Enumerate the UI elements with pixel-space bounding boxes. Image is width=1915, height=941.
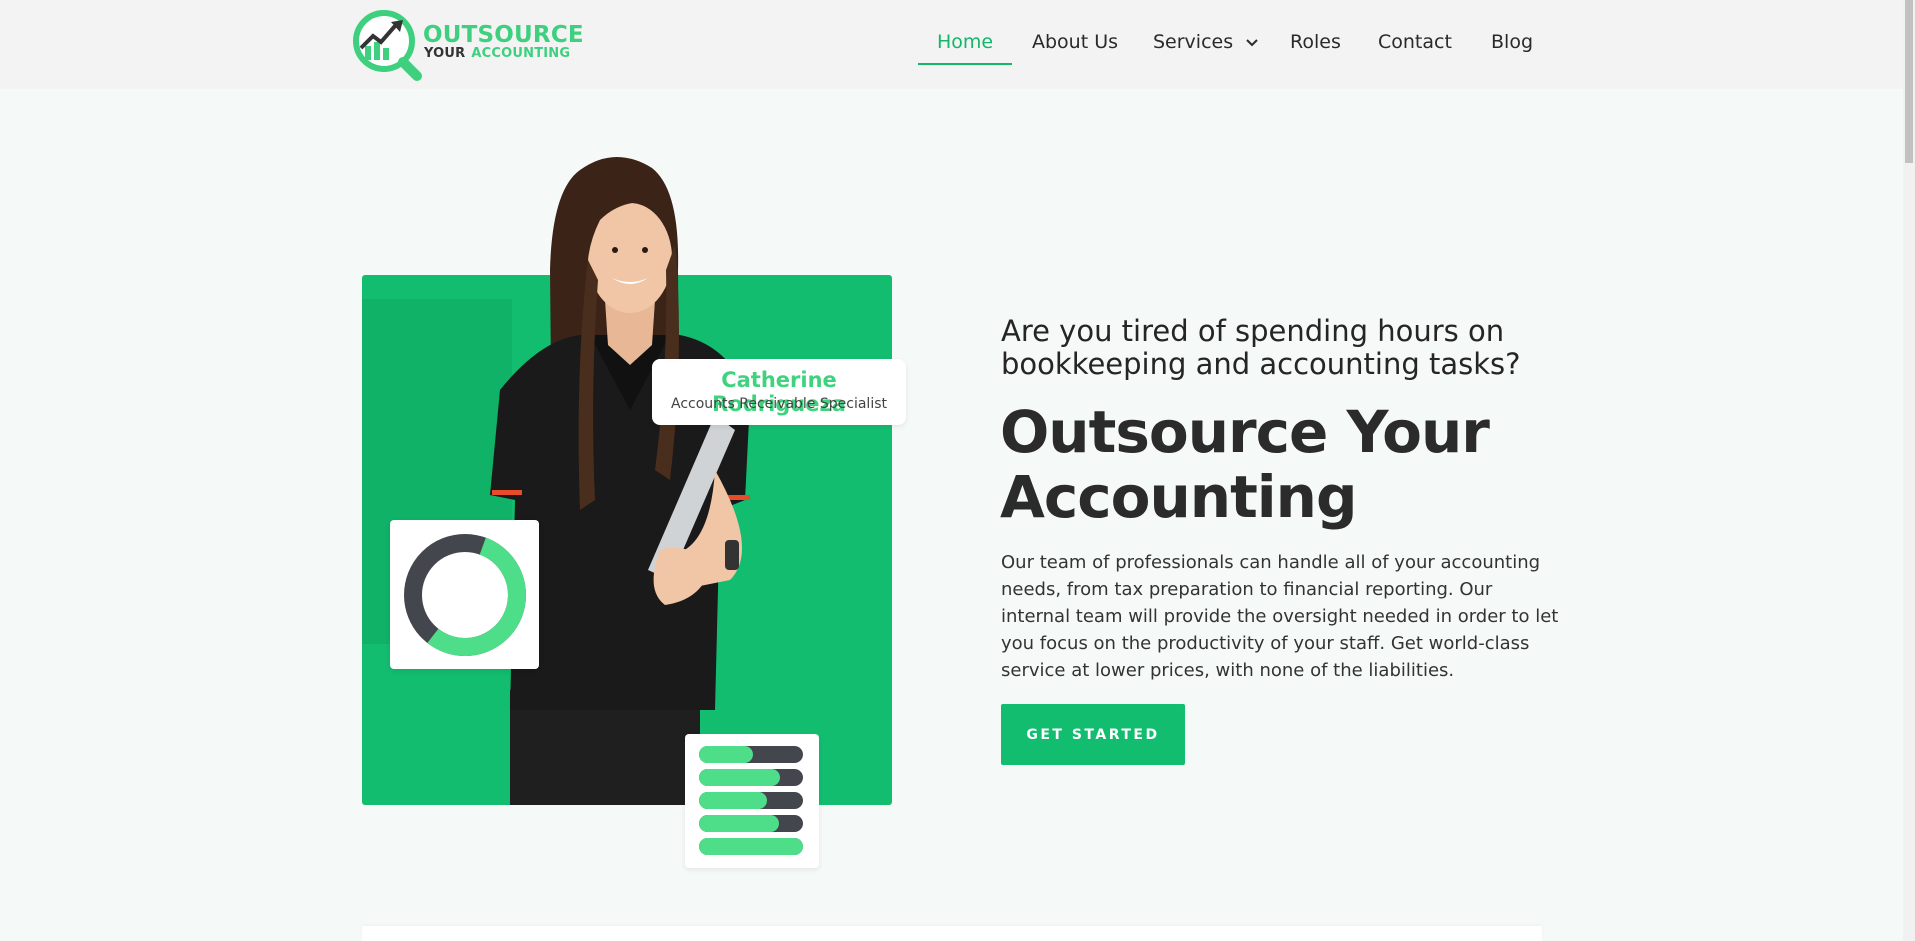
progress-bar-fill bbox=[699, 746, 754, 763]
hero-body-text: Our team of professionals can handle all… bbox=[1001, 552, 1559, 681]
chevron-down-icon bbox=[1246, 38, 1258, 46]
progress-bar-track bbox=[699, 769, 803, 786]
nav-services[interactable]: Services bbox=[1153, 31, 1258, 53]
progress-bars-card bbox=[685, 734, 819, 868]
hero-tagline: Are you tired of spending hours on bookk… bbox=[1001, 314, 1521, 381]
nav-about-us[interactable]: About Us bbox=[1032, 31, 1118, 53]
get-started-button[interactable]: GET STARTED bbox=[1001, 704, 1185, 765]
progress-bar-fill bbox=[699, 769, 781, 786]
progress-bar-fill bbox=[699, 792, 767, 809]
progress-bar-track bbox=[699, 815, 803, 832]
donut-chart-icon bbox=[404, 534, 526, 656]
profile-card: Catherine Rodrigueza Accounts Receivable… bbox=[652, 359, 906, 425]
donut-chart-card bbox=[390, 520, 539, 669]
progress-bar-fill bbox=[699, 815, 780, 832]
person-illustration bbox=[490, 156, 750, 805]
profile-role: Accounts Receivable Specialist bbox=[670, 396, 887, 412]
nav-contact[interactable]: Contact bbox=[1378, 31, 1452, 53]
progress-bar-fill bbox=[699, 838, 803, 855]
progress-bar-track bbox=[699, 838, 803, 855]
nav-active-indicator bbox=[918, 63, 1012, 65]
nav-home[interactable]: Home bbox=[937, 31, 993, 53]
page-scrollbar[interactable] bbox=[1903, 0, 1915, 941]
main-nav: Home About Us Services Roles Contact Blo… bbox=[0, 0, 1903, 89]
nav-services-label: Services bbox=[1153, 31, 1234, 53]
hero-headline: Outsource Your Accounting bbox=[1000, 398, 1490, 531]
progress-bar-track bbox=[699, 746, 803, 763]
site-header: OUTSOURCE YOUR ACCOUNTING Home About Us S… bbox=[0, 0, 1903, 89]
nav-roles[interactable]: Roles bbox=[1290, 31, 1341, 53]
scrollbar-thumb[interactable] bbox=[1905, 0, 1913, 163]
progress-bar-track bbox=[699, 792, 803, 809]
next-section-card bbox=[362, 926, 1542, 941]
nav-blog[interactable]: Blog bbox=[1491, 31, 1533, 53]
